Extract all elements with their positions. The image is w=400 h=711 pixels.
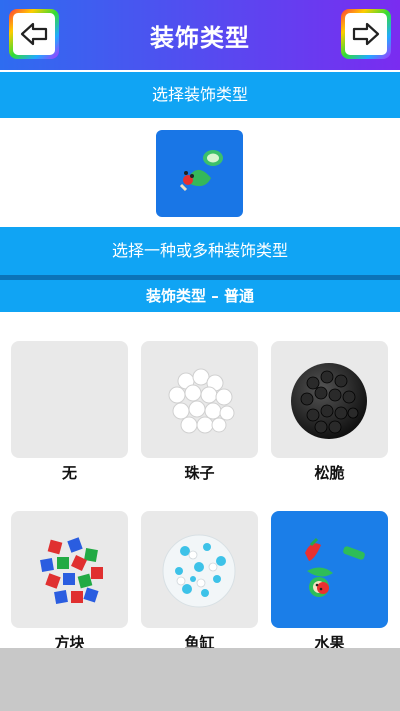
option-fruit[interactable] xyxy=(271,511,388,628)
options-grid: 无 珠子 松脆 方块 鱼缸 水果 xyxy=(0,312,400,652)
page-title: 装饰类型 xyxy=(150,24,250,52)
option-label: 松脆 xyxy=(314,464,345,482)
option-none[interactable] xyxy=(11,341,128,458)
option-label: 珠子 xyxy=(184,464,215,482)
option-crunchy[interactable] xyxy=(271,341,388,458)
section-select-type: 选择装饰类型 xyxy=(0,72,400,118)
cubes-icon xyxy=(40,537,103,604)
option-fishbowl[interactable] xyxy=(141,511,258,628)
preview-fruit-icon[interactable] xyxy=(156,130,243,217)
option-cubes[interactable] xyxy=(11,511,128,628)
top-bar: 装饰类型 xyxy=(0,0,400,70)
fruit-icon xyxy=(305,537,365,597)
section-category: 装饰类型 – 普通 xyxy=(0,280,400,312)
crunchy-ball-icon xyxy=(291,363,367,439)
option-label: 无 xyxy=(61,464,77,482)
section-choose-multiple: 选择一种或多种装饰类型 xyxy=(0,227,400,275)
arrow-right-icon xyxy=(345,13,387,55)
preview-area xyxy=(0,122,400,225)
forward-button[interactable] xyxy=(341,9,391,59)
option-beads[interactable] xyxy=(141,341,258,458)
fishbowl-icon xyxy=(162,534,236,608)
bottom-bar xyxy=(0,648,400,711)
beads-icon xyxy=(168,368,235,434)
